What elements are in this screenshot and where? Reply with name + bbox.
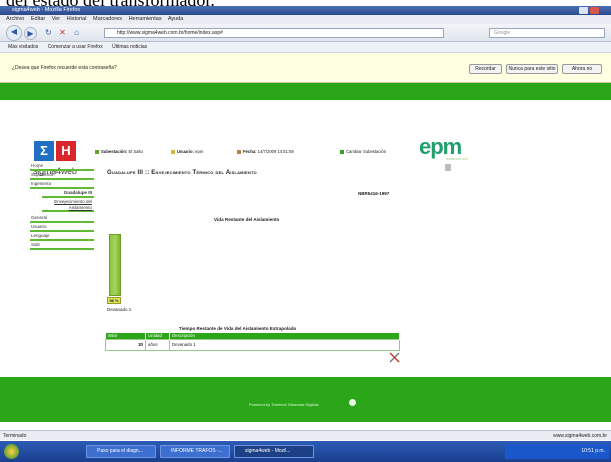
menu-historial[interactable]: Historial	[67, 16, 87, 22]
system-tray: 10:51 p.m.	[505, 444, 609, 459]
user-icon	[171, 149, 175, 154]
cell-valor: 30	[105, 339, 146, 351]
substation-icon	[95, 149, 99, 154]
taskbar-item-sigma4web[interactable]: sigma4web - Mozil...	[234, 445, 314, 458]
change-icon	[340, 149, 344, 154]
home-icon[interactable]: ⌂	[70, 27, 83, 40]
clock: 10:51 p.m.	[581, 448, 605, 454]
epm-slogan: estamos ahí.	[446, 156, 469, 161]
menu-editar[interactable]: Editar	[31, 16, 45, 22]
tools-icon[interactable]	[389, 352, 400, 363]
minimize-icon[interactable]	[579, 7, 588, 14]
substation-info: Subestación: El Salto	[95, 149, 143, 154]
navigation-toolbar: ◀ ▶ ↻ ✕ ⌂ http://www.sigma4web.com.br/ho…	[0, 24, 611, 42]
treetech-logo-icon	[349, 399, 356, 406]
page-title: Guadalupe III :: Envejecimiento Térmico …	[107, 170, 257, 176]
extrapolated-life-table: Valor Unidad Descripción 30 años Devanad…	[105, 333, 400, 351]
bookmarks-toolbar: Más visitados Comenzar a usar Firefox Úl…	[0, 42, 611, 53]
close-icon[interactable]	[590, 7, 599, 14]
logo-h-block: H	[56, 141, 76, 161]
logo-sigma-block: Σ	[34, 141, 54, 161]
document-icon[interactable]	[445, 164, 451, 171]
bookmark-comenzar-firefox[interactable]: Comenzar a usar Firefox	[48, 44, 103, 50]
menu-herramientas[interactable]: Herramientas	[129, 16, 162, 22]
change-substation-link[interactable]: Cambiar Subestación	[340, 149, 386, 154]
sidebar-item-ingenieria[interactable]: Ingeniería	[30, 180, 94, 189]
notification-text: ¿Desea que Firefox recuerde esta contras…	[12, 65, 117, 71]
date-info: Fecha: 14/7/2009 14:51:59	[237, 149, 294, 154]
remaining-life-title: Vida Restante del Aislamiento	[214, 217, 280, 222]
menu-archivo[interactable]: Archivo	[6, 16, 24, 22]
sidebar-item-supervision[interactable]: Supervisión	[30, 171, 94, 180]
taskbar-item-informe[interactable]: INFORME TRAFOS -...	[160, 445, 230, 458]
status-domain: www.sigma4web.com.br	[553, 433, 607, 439]
reload-icon[interactable]: ↻	[42, 27, 55, 40]
norm-reference: NBR5416-1997	[358, 191, 390, 196]
menu-ayuda[interactable]: Ayuda	[168, 16, 184, 22]
calendar-icon	[237, 149, 241, 154]
sidebar-item-home[interactable]: Home	[30, 162, 94, 171]
sidebar-item-envejecimiento[interactable]: Envejecimiento del Aislamiento	[42, 199, 94, 212]
search-input[interactable]: Google	[489, 28, 605, 38]
back-icon[interactable]: ◀	[6, 25, 22, 41]
browser-status-bar: Terminado www.sigma4web.com.br	[0, 430, 611, 440]
sidebar-item-salir[interactable]: Salir	[30, 241, 94, 250]
taskbar-item-paso[interactable]: Paso para el diagn...	[86, 445, 156, 458]
remember-button[interactable]: Recordar	[469, 64, 502, 74]
footer-band	[0, 377, 611, 422]
sidebar-item-general[interactable]: General	[30, 214, 94, 223]
never-for-site-button[interactable]: Nunca para este sitio	[506, 64, 558, 74]
window-title: sigma4web - Mozilla Firefox	[12, 7, 81, 13]
remaining-life-value: 98 %	[107, 297, 121, 304]
footer-powered-by: Powered by Treetech Sistemas Digitais	[249, 402, 319, 407]
forward-icon[interactable]: ▶	[24, 27, 37, 40]
not-now-button[interactable]: Ahora no	[562, 64, 602, 74]
winding-label: Devanado 1	[107, 307, 132, 312]
cell-descripcion: Devanado 1	[169, 339, 400, 351]
remaining-life-bar	[109, 234, 121, 296]
sidebar-item-guadalupe-iii[interactable]: Guadalupe III	[42, 189, 94, 198]
menu-ver[interactable]: Ver	[52, 16, 60, 22]
status-text: Terminado	[3, 433, 27, 439]
cell-unidad: años	[145, 339, 170, 351]
start-button[interactable]	[4, 444, 19, 459]
user-info: Usuario: epm	[171, 149, 203, 154]
url-input[interactable]: http://www.sigma4web.com.br/home/index.a…	[104, 28, 444, 38]
bookmark-mas-visitados[interactable]: Más visitados	[8, 44, 38, 50]
window-titlebar[interactable]: sigma4web - Mozilla Firefox	[0, 6, 611, 15]
stop-icon[interactable]: ✕	[56, 27, 69, 40]
session-info-bar: Subestación: El Salto Usuario: epm Fecha…	[95, 149, 415, 157]
table-row: 30 años Devanado 1	[105, 339, 400, 351]
password-notification-bar: ¿Desea que Firefox recuerde esta contras…	[0, 53, 611, 83]
menu-bar: Archivo Editar Ver Historial Marcadores …	[0, 15, 611, 24]
bookmark-ultimas-noticias[interactable]: Últimas noticias	[112, 44, 147, 50]
extrapolated-life-title: Tiempo Restante de Vida del Aislamiento …	[179, 326, 297, 331]
menu-marcadores[interactable]: Marcadores	[93, 16, 122, 22]
sidebar-item-lenguaje[interactable]: Lenguaje	[30, 232, 94, 241]
header-band	[0, 83, 611, 100]
sidebar-item-usuario[interactable]: Usuario	[30, 223, 94, 232]
windows-taskbar: Paso para el diagn... INFORME TRAFOS -..…	[0, 441, 611, 462]
